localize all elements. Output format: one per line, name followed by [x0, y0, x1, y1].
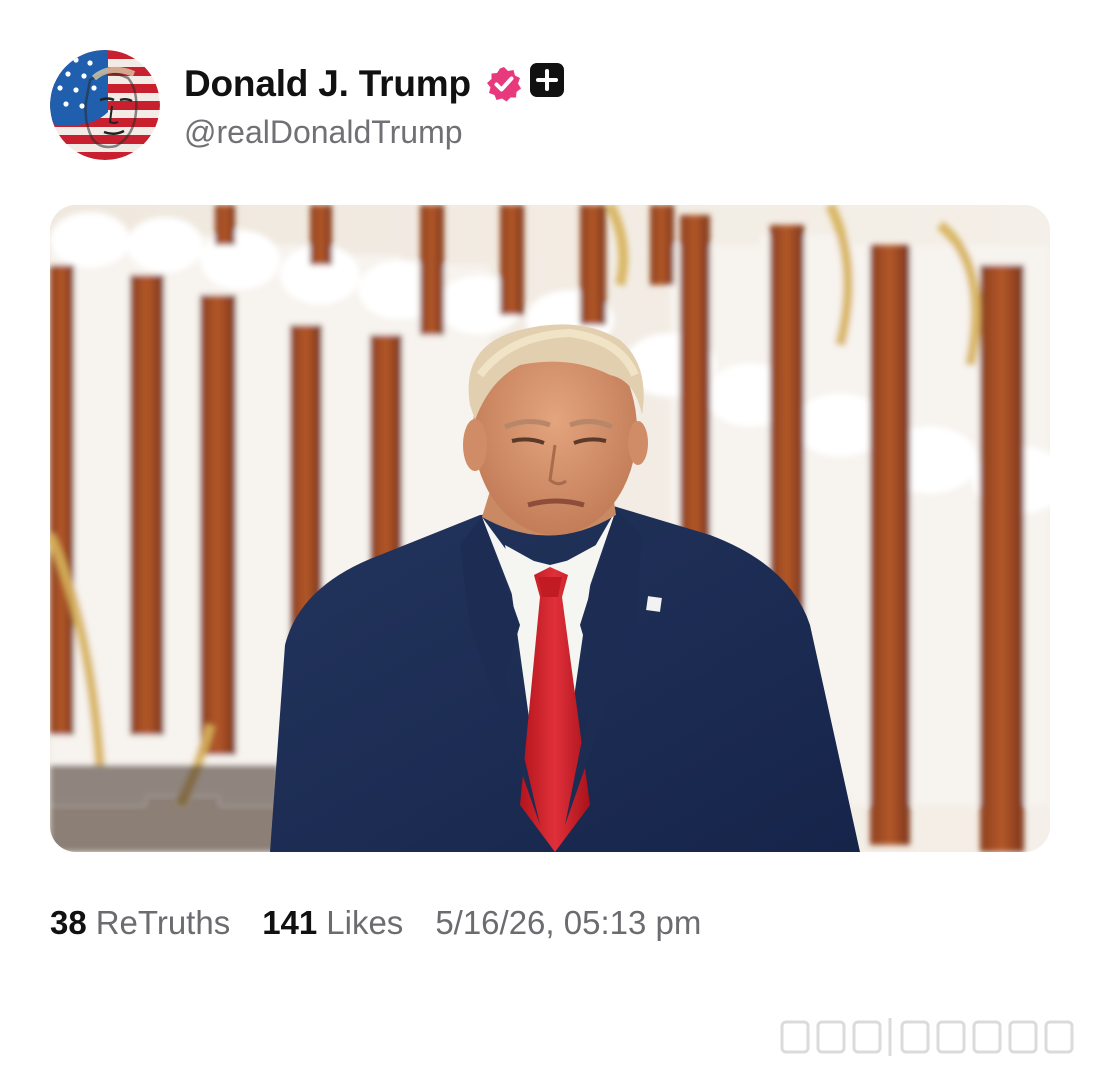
- post-stats: 38 ReTruths 141 Likes 5/16/26, 05:13 pm: [50, 898, 701, 948]
- post-image[interactable]: [50, 205, 1050, 852]
- post-photo: [50, 205, 1050, 852]
- author-info: Donald J. Trump @realDonaldTrump: [184, 60, 565, 151]
- likes-count: 141: [262, 904, 318, 941]
- post-header: Donald J. Trump @realDonaldTrump: [50, 50, 565, 160]
- post-timestamp: 5/16/26, 05:13 pm: [435, 904, 702, 941]
- verified-badge-icon: [485, 65, 523, 103]
- likes-label: Likes: [326, 904, 404, 941]
- retruths-count: 38: [50, 904, 87, 941]
- author-name-row: Donald J. Trump: [184, 60, 565, 108]
- avatar-flag-portrait-image: [50, 50, 160, 160]
- author-handle[interactable]: @realDonaldTrump: [184, 114, 565, 151]
- author-avatar[interactable]: [50, 50, 160, 160]
- author-display-name[interactable]: Donald J. Trump: [184, 63, 471, 105]
- watermark-mark: [778, 1014, 1078, 1060]
- likes-stat[interactable]: 141 Likes: [262, 904, 403, 942]
- follow-plus-button[interactable]: [529, 62, 565, 98]
- plus-icon: [529, 62, 564, 97]
- retruths-stat[interactable]: 38 ReTruths: [50, 904, 230, 942]
- retruths-label: ReTruths: [95, 904, 231, 941]
